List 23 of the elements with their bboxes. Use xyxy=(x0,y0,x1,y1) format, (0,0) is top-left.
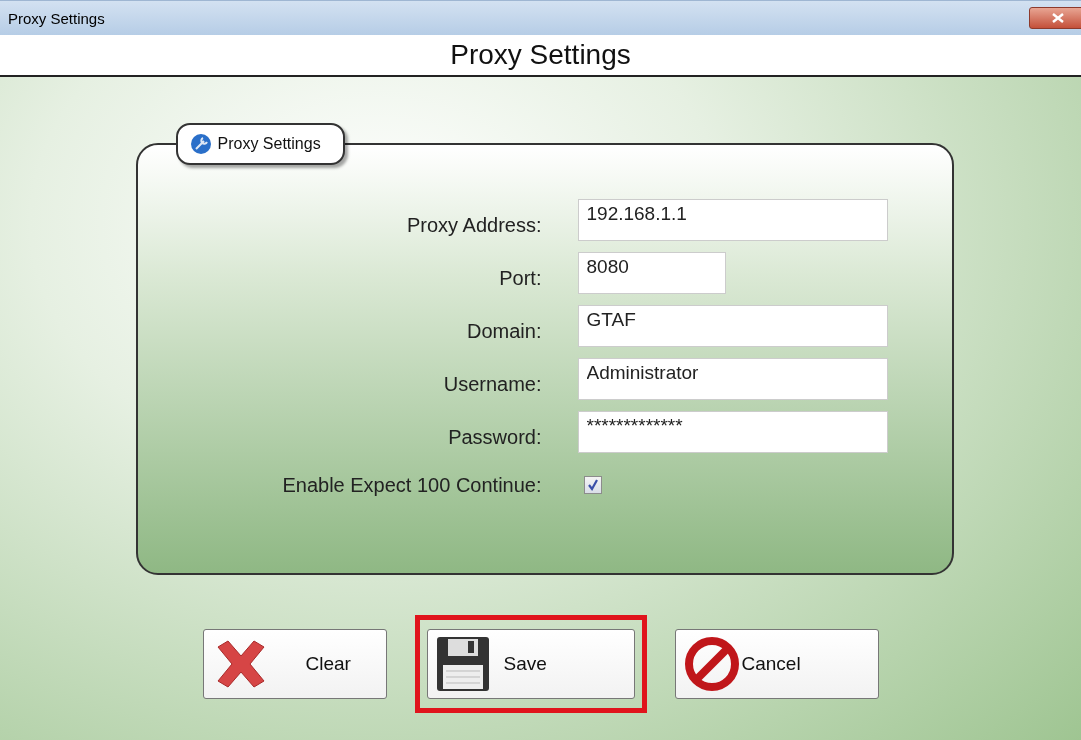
action-button[interactable]: Clear xyxy=(202,629,387,699)
group-title: Proxy Settings xyxy=(217,135,321,153)
input-field[interactable]: Administrator xyxy=(577,358,888,400)
header-title: Proxy Settings xyxy=(450,39,631,71)
input-field[interactable]: 8080 xyxy=(577,252,726,294)
action-button[interactable]: Cancel xyxy=(674,629,879,699)
field-label: Proxy Address: xyxy=(407,213,542,237)
field-label: Password: xyxy=(448,425,542,449)
prohibited-icon xyxy=(683,636,740,692)
action-button[interactable]: Save xyxy=(426,629,635,699)
field-label: Port: xyxy=(499,266,542,290)
input-field[interactable]: GTAF xyxy=(577,305,888,347)
check-icon xyxy=(586,478,599,491)
close-icon xyxy=(1052,13,1064,23)
window-title: Proxy Settings xyxy=(8,9,105,27)
close-button[interactable] xyxy=(1029,7,1081,29)
globe-wrench-icon xyxy=(189,133,212,155)
input-field[interactable]: ************* xyxy=(577,411,888,453)
field-label: Enable Expect 100 Continue: xyxy=(282,474,542,497)
checkbox[interactable] xyxy=(583,475,602,494)
field-label: Domain: xyxy=(467,319,542,343)
field-label: Username: xyxy=(443,372,542,396)
input-field[interactable]: 192.168.1.1 xyxy=(577,199,888,241)
